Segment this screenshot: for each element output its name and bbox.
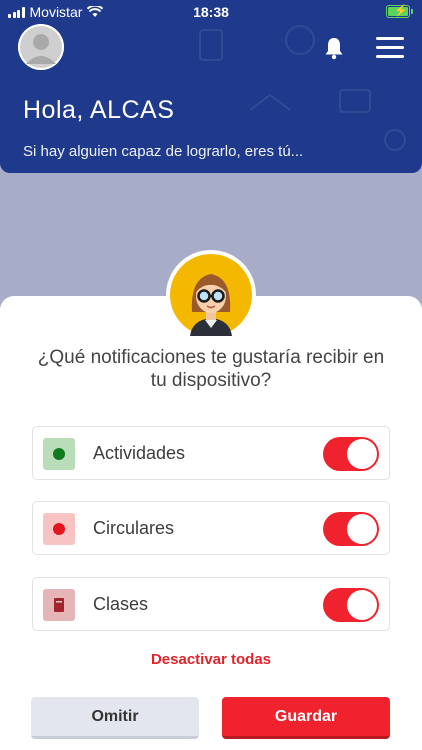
notification-question: ¿Qué notificaciones te gustaría recibir … bbox=[37, 347, 385, 391]
red-dot-icon bbox=[43, 513, 75, 545]
save-button[interactable]: Guardar bbox=[222, 697, 390, 739]
option-actividades: Actividades bbox=[32, 426, 390, 480]
option-label: Actividades bbox=[93, 443, 186, 463]
girl-with-glasses-avatar bbox=[166, 250, 256, 340]
status-bar: Movistar 18:38 ⚡ bbox=[0, 0, 422, 24]
skip-button[interactable]: Omitir bbox=[31, 697, 199, 739]
actividades-toggle[interactable] bbox=[323, 437, 379, 471]
green-dot-icon bbox=[43, 438, 75, 470]
user-avatar-icon[interactable] bbox=[18, 24, 64, 70]
hamburger-menu-icon[interactable] bbox=[376, 37, 404, 59]
option-clases: Clases bbox=[32, 577, 390, 631]
book-icon bbox=[43, 589, 75, 621]
circulares-toggle[interactable] bbox=[323, 512, 379, 546]
bell-icon[interactable] bbox=[322, 36, 346, 60]
greeting-title: Hola, ALCAS bbox=[23, 96, 175, 124]
status-time: 18:38 bbox=[193, 4, 229, 20]
option-circulares: Circulares bbox=[32, 501, 390, 555]
deactivate-all-link[interactable]: Desactivar todas bbox=[0, 651, 422, 668]
option-label: Clases bbox=[93, 594, 149, 614]
clases-toggle[interactable] bbox=[323, 588, 379, 622]
greeting-subtitle: Si hay alguien capaz de lograrlo, eres t… bbox=[23, 143, 304, 160]
battery-icon: ⚡ bbox=[386, 5, 413, 18]
option-label: Circulares bbox=[93, 518, 175, 538]
